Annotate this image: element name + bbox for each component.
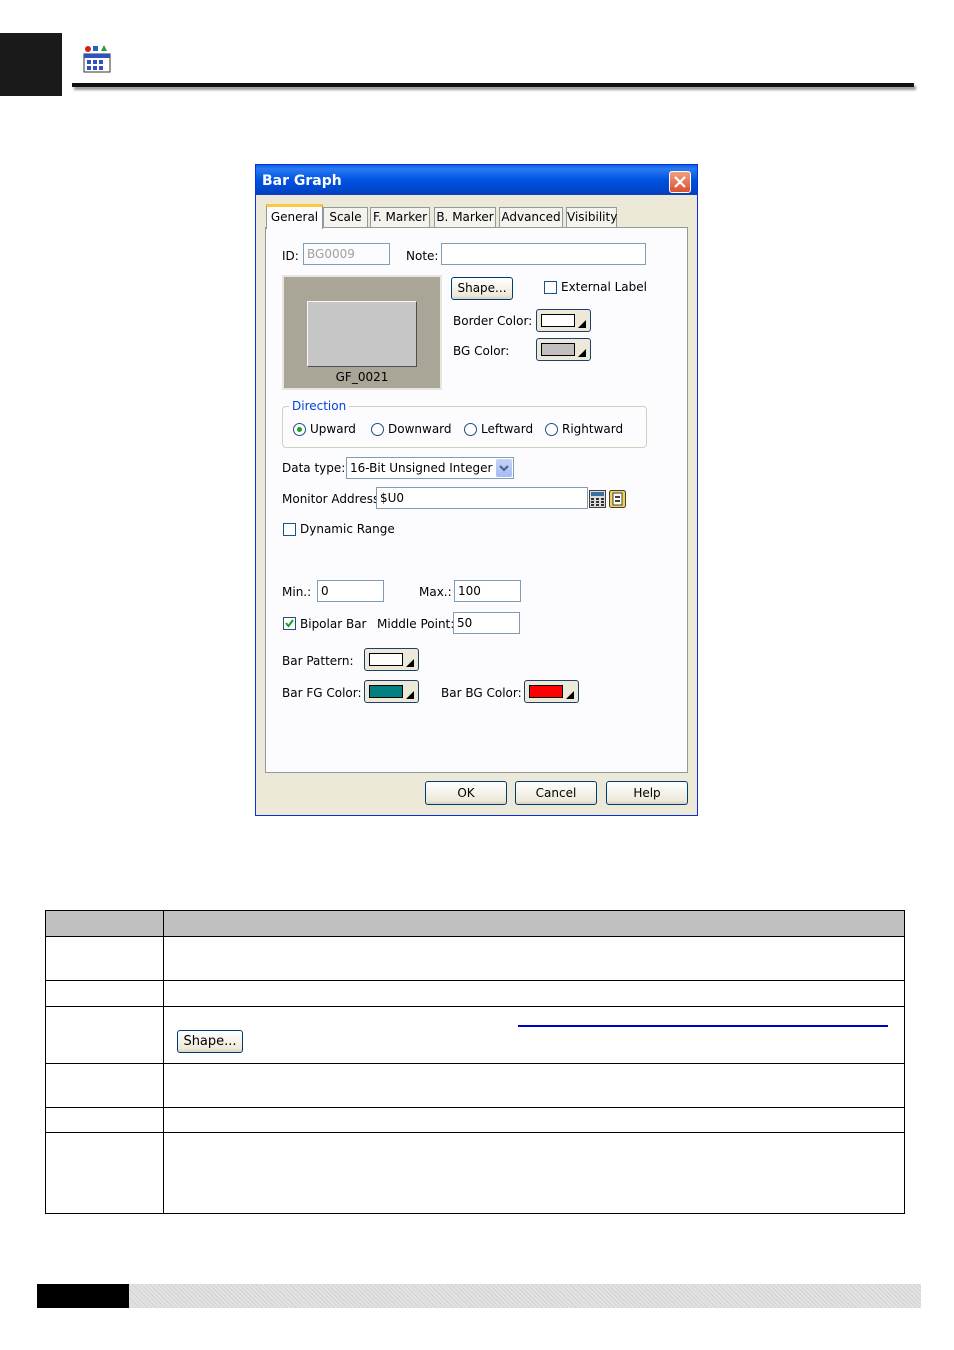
table-row-divider xyxy=(46,1107,904,1108)
chapter-corner-block xyxy=(0,33,62,96)
bg-color-label: BG Color: xyxy=(453,344,510,358)
address-book-icon[interactable] xyxy=(609,490,626,508)
shape-preview-caption: GF_0021 xyxy=(335,370,389,384)
bar-bg-color-label: Bar BG Color: xyxy=(441,686,522,700)
bar-fg-color-button[interactable] xyxy=(364,680,419,703)
tab-scale[interactable]: Scale xyxy=(323,207,368,227)
ok-button[interactable]: OK xyxy=(425,781,507,805)
dropdown-arrow-icon xyxy=(578,349,586,357)
data-type-select[interactable]: 16-Bit Unsigned Integer xyxy=(346,457,514,479)
min-label: Min.: xyxy=(282,585,312,599)
header-rule xyxy=(72,83,914,87)
tab-visibility[interactable]: Visibility xyxy=(566,207,617,227)
note-label: Note: xyxy=(406,249,439,263)
bar-pattern-swatch xyxy=(369,653,403,666)
object-tool-icon xyxy=(82,44,112,74)
radio-leftward-label: Leftward xyxy=(481,422,534,436)
checkmark-icon xyxy=(285,619,294,628)
radio-upward-label: Upward xyxy=(310,422,356,436)
bg-color-button[interactable] xyxy=(536,338,591,361)
dynamic-range-checkbox[interactable] xyxy=(283,523,296,536)
table-row-divider xyxy=(46,936,904,937)
calculator-icon[interactable] xyxy=(589,490,606,508)
min-field[interactable]: 0 xyxy=(317,580,384,602)
footer-bar xyxy=(37,1284,921,1308)
data-type-value: 16-Bit Unsigned Integer xyxy=(350,461,493,475)
external-label-checkbox[interactable] xyxy=(544,281,557,294)
bar-fg-color-label: Bar FG Color: xyxy=(282,686,362,700)
general-tab-panel: ID: BG0009 Note: GF_0021 Shape... Extern… xyxy=(265,227,688,773)
radio-selected-dot xyxy=(297,427,302,432)
help-button[interactable]: Help xyxy=(606,781,688,805)
table-row-divider xyxy=(46,1063,904,1064)
table-shape-button: Shape... xyxy=(177,1030,243,1053)
table-link-underline[interactable] xyxy=(518,1025,888,1027)
radio-rightward[interactable] xyxy=(545,423,558,436)
tab-f-marker[interactable]: F. Marker xyxy=(370,207,430,227)
max-field[interactable]: 100 xyxy=(454,580,521,602)
cancel-button[interactable]: Cancel xyxy=(515,781,597,805)
bar-bg-color-button[interactable] xyxy=(524,680,579,703)
max-label: Max.: xyxy=(419,585,452,599)
monitor-address-label: Monitor Address: xyxy=(282,492,384,506)
external-label-text: External Label xyxy=(561,280,647,294)
radio-leftward[interactable] xyxy=(464,423,477,436)
tab-b-marker[interactable]: B. Marker xyxy=(434,207,496,227)
bipolar-bar-checkbox[interactable] xyxy=(283,617,296,630)
close-icon xyxy=(674,176,686,188)
dropdown-arrow-icon xyxy=(406,691,414,699)
shape-button[interactable]: Shape... xyxy=(451,277,513,300)
bar-pattern-button[interactable] xyxy=(364,648,419,671)
table-header-row xyxy=(46,911,904,936)
table-row-divider xyxy=(46,1006,904,1007)
bar-fg-color-swatch xyxy=(369,685,403,698)
table-column-divider xyxy=(163,911,164,1213)
chevron-down-icon[interactable] xyxy=(496,459,512,477)
dialog-title: Bar Graph xyxy=(262,173,342,189)
bar-pattern-label: Bar Pattern: xyxy=(282,654,354,668)
id-label: ID: xyxy=(282,249,299,263)
direction-label: Direction xyxy=(289,399,350,413)
monitor-address-field[interactable]: $U0 xyxy=(376,487,588,509)
note-field[interactable] xyxy=(441,243,646,265)
footer-page-block xyxy=(37,1284,129,1308)
border-color-swatch xyxy=(541,314,575,327)
dropdown-arrow-icon xyxy=(566,691,574,699)
radio-upward[interactable] xyxy=(293,423,306,436)
dropdown-arrow-icon xyxy=(406,659,414,667)
bar-graph-dialog: Bar Graph General Scale F. Marker B. Mar… xyxy=(255,164,698,816)
data-type-label: Data type: xyxy=(282,461,346,475)
middle-point-field[interactable]: 50 xyxy=(453,612,520,634)
shape-preview-graphic xyxy=(307,301,417,367)
bg-color-swatch xyxy=(541,343,575,356)
tab-advanced[interactable]: Advanced xyxy=(499,207,563,227)
dynamic-range-label: Dynamic Range xyxy=(300,522,395,536)
shape-preview[interactable]: GF_0021 xyxy=(282,275,442,390)
dropdown-arrow-icon xyxy=(578,320,586,328)
radio-rightward-label: Rightward xyxy=(562,422,624,436)
id-field[interactable]: BG0009 xyxy=(303,243,390,265)
description-table: Shape... xyxy=(45,910,905,1214)
bar-bg-color-swatch xyxy=(529,685,563,698)
tab-general[interactable]: General xyxy=(266,204,323,229)
radio-downward[interactable] xyxy=(371,423,384,436)
border-color-button[interactable] xyxy=(536,309,591,332)
dialog-titlebar[interactable]: Bar Graph xyxy=(256,165,697,195)
table-row-divider xyxy=(46,1132,904,1133)
middle-point-label: Middle Point: xyxy=(377,617,455,631)
bipolar-bar-label: Bipolar Bar xyxy=(300,617,367,631)
border-color-label: Border Color: xyxy=(453,314,533,328)
close-button[interactable] xyxy=(669,171,691,193)
radio-downward-label: Downward xyxy=(388,422,452,436)
table-row-divider xyxy=(46,980,904,981)
